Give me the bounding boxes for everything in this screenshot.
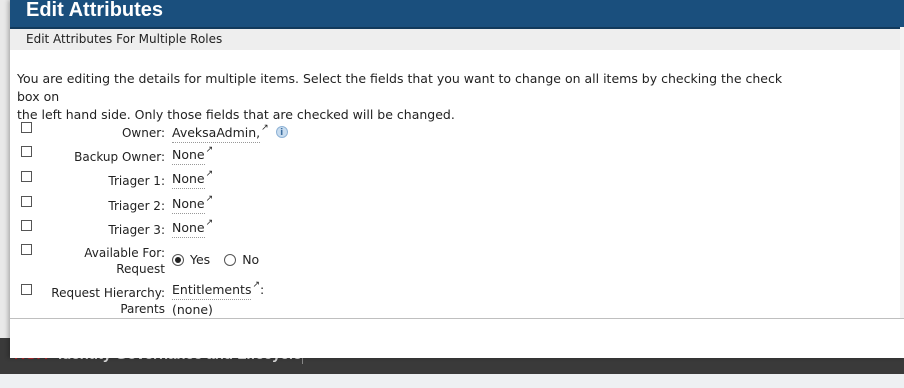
instructions-line-1: You are editing the details for multiple…: [17, 71, 783, 104]
triager-1-checkbox[interactable]: [21, 171, 32, 182]
available-for-request-label: Available For: Request: [40, 245, 165, 277]
triager-3-link[interactable]: None: [172, 220, 205, 238]
owner-label: Owner:: [121, 126, 165, 140]
external-link-icon[interactable]: ↗: [206, 195, 214, 204]
available-for-request-label-line-2: Request: [116, 262, 165, 276]
request-hierarchy-value-line-1: Entitlements ↗ :: [172, 281, 265, 300]
backup-owner-label: Backup Owner:: [74, 150, 165, 164]
request-hierarchy-label-line-1: Request Hierarchy:: [51, 286, 165, 300]
request-hierarchy-colon: :: [260, 282, 265, 297]
instructions-line-2: the left hand side. Only those fields th…: [17, 107, 455, 122]
yes-radio[interactable]: [172, 254, 184, 266]
available-for-request-label-line-1: Available For:: [84, 246, 165, 260]
dialog-scrollbar[interactable]: [900, 27, 904, 318]
triager-2-checkbox[interactable]: [21, 196, 32, 207]
backup-owner-checkbox[interactable]: [21, 146, 32, 157]
triager-2-value: None ↗: [172, 195, 214, 214]
triager-1-value: None ↗: [172, 170, 214, 189]
available-for-request-checkbox[interactable]: [21, 244, 32, 255]
external-link-icon[interactable]: ↗: [206, 170, 214, 179]
no-radio[interactable]: [224, 254, 237, 266]
edit-attributes-dialog: Edit Attributes Edit Attributes For Mult…: [10, 0, 904, 358]
background-bottom: [0, 374, 904, 388]
dialog-subheader: Edit Attributes For Multiple Roles: [10, 29, 904, 50]
request-hierarchy-label-line-2: Parents: [120, 302, 165, 316]
backup-owner-value: None ↗: [172, 146, 214, 165]
owner-checkbox[interactable]: [21, 122, 32, 133]
request-hierarchy-checkbox[interactable]: [21, 284, 32, 295]
dialog-title: Edit Attributes: [26, 0, 164, 21]
external-link-icon[interactable]: ↗: [252, 281, 260, 290]
dialog-footer-divider: [10, 318, 904, 319]
request-hierarchy-link[interactable]: Entitlements: [172, 282, 252, 300]
external-link-icon[interactable]: ↗: [206, 146, 214, 155]
request-hierarchy-label: Request Hierarchy: Parents: [40, 285, 165, 317]
external-link-icon[interactable]: ↗: [261, 124, 269, 133]
backup-owner-link[interactable]: None: [172, 147, 205, 165]
triager-3-label: Triager 3:: [108, 223, 165, 237]
triager-3-value: None ↗: [172, 219, 214, 238]
owner-value: AveksaAdmin, ↗ i: [172, 124, 288, 143]
background-panel-edge: [0, 0, 10, 338]
triager-3-checkbox[interactable]: [21, 220, 32, 231]
triager-2-link[interactable]: None: [172, 196, 205, 214]
triager-2-label: Triager 2:: [108, 199, 165, 213]
triager-1-label: Triager 1:: [108, 174, 165, 188]
external-link-icon[interactable]: ↗: [206, 219, 214, 228]
no-radio-label[interactable]: No: [242, 252, 259, 268]
request-hierarchy-parents-value: (none): [172, 302, 213, 317]
instructions-text: You are editing the details for multiple…: [17, 70, 807, 124]
yes-radio-label[interactable]: Yes: [190, 252, 210, 268]
owner-link[interactable]: AveksaAdmin,: [172, 125, 261, 143]
available-for-request-options: Yes No: [172, 252, 273, 268]
triager-1-link[interactable]: None: [172, 171, 205, 189]
info-icon[interactable]: i: [275, 126, 288, 138]
dialog-header: Edit Attributes: [10, 0, 904, 29]
dialog-subtitle: Edit Attributes For Multiple Roles: [26, 32, 223, 46]
request-hierarchy-value: Entitlements ↗ : (none): [172, 281, 265, 318]
